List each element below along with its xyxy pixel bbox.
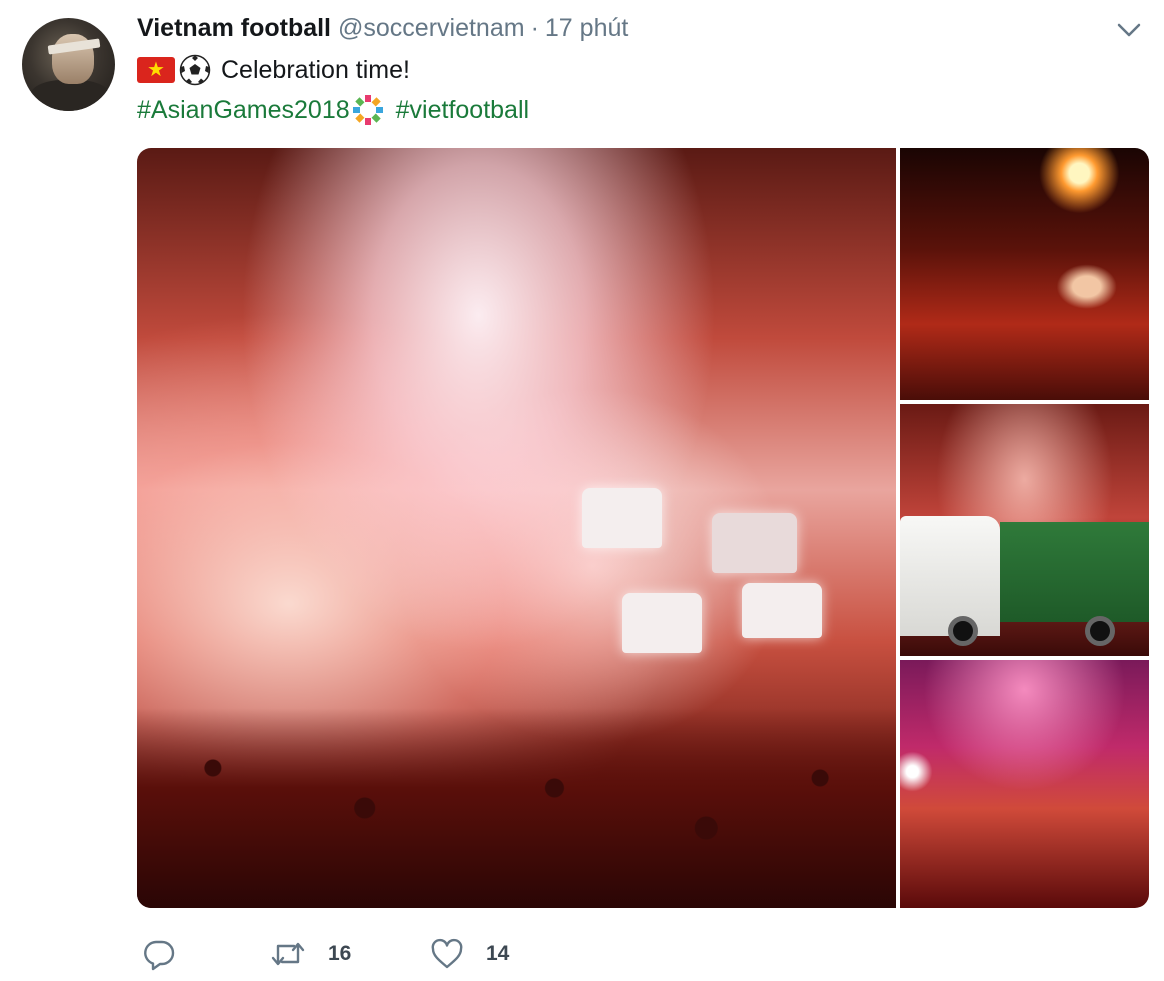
photo-crowd — [137, 708, 896, 908]
photo-car — [622, 593, 702, 653]
like-button[interactable]: 14 — [430, 938, 509, 970]
hashtag-asiangames2018[interactable]: #AsianGames2018 — [137, 96, 350, 125]
like-count: 14 — [486, 942, 510, 965]
photo-car — [712, 513, 797, 573]
tweet-header: Vietnam football @soccervietnam · 17 phú… — [137, 14, 628, 48]
photo-car — [742, 583, 822, 638]
reply-icon — [144, 940, 175, 971]
flag-star: ★ — [147, 59, 165, 81]
heart-icon — [431, 938, 463, 969]
tweet: Vietnam football @soccervietnam · 17 phú… — [0, 0, 1164, 981]
retweet-button[interactable]: 16 — [270, 937, 430, 971]
photo-drummer-fan[interactable] — [900, 148, 1149, 400]
author-name[interactable]: Vietnam football — [137, 14, 331, 43]
photo-night-crowd[interactable] — [900, 660, 1149, 908]
avatar-shoulders — [30, 80, 110, 111]
tweet-timestamp[interactable]: 17 phút — [545, 14, 628, 43]
avatar[interactable] — [22, 18, 115, 111]
retweet-count: 16 — [328, 942, 352, 965]
photo-car — [582, 488, 662, 548]
media-grid — [137, 148, 1149, 908]
retweet-icon — [271, 942, 305, 966]
photo-truck-wheel — [1085, 616, 1115, 646]
soccer-ball-icon — [179, 54, 211, 86]
photo-truck-cab — [900, 516, 1000, 636]
photo-street-celebration[interactable] — [137, 148, 896, 908]
chevron-down-icon[interactable] — [1116, 20, 1142, 40]
photo-truck-wheel — [948, 616, 978, 646]
tweet-actions: 16 14 — [142, 934, 509, 974]
hashtag-vietfootball[interactable]: #vietfootball — [396, 96, 529, 125]
photo-truck-fans[interactable] — [900, 404, 1149, 656]
separator-dot: · — [530, 14, 539, 42]
tweet-text: Celebration time! — [221, 55, 410, 84]
reply-button[interactable] — [142, 937, 270, 971]
tweet-text-line: ★ Celebration time! — [137, 52, 410, 88]
asian-games-emblem-icon — [352, 95, 383, 125]
photo-truck-box — [1000, 522, 1149, 622]
vietnam-flag-icon: ★ — [137, 57, 175, 83]
hashtags-line: #AsianGames2018 #vietfootball — [137, 92, 529, 128]
author-handle[interactable]: @soccervietnam — [338, 14, 525, 43]
